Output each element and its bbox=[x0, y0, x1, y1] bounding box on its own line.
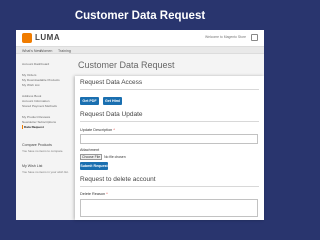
wishlist-note: You have no items in your wish list. bbox=[22, 170, 69, 174]
choose-file-button[interactable]: Choose File bbox=[80, 154, 103, 160]
sidebar-item-account-dashboard[interactable]: Account Dashboard bbox=[22, 62, 72, 66]
hero-title: Customer Data Request bbox=[74, 10, 206, 22]
compare-products-note: You have no items to compare. bbox=[22, 149, 64, 153]
no-file-text: No file chosen bbox=[104, 155, 126, 159]
welcome-text: Welcome to Magento Store bbox=[204, 35, 246, 39]
submit-request-button[interactable]: Submit Request bbox=[80, 162, 108, 170]
data-request-panel: Request Data Access Get PDF Get Html Req… bbox=[75, 76, 264, 220]
logo-text[interactable]: LUMA bbox=[35, 33, 60, 42]
nav-item-training[interactable]: Training bbox=[58, 49, 71, 53]
nav-item-whats-new[interactable]: What's New bbox=[22, 49, 41, 53]
nav-item-women[interactable]: Women bbox=[40, 49, 52, 53]
wishlist-heading: My Wish List bbox=[22, 164, 43, 168]
luma-logo-icon[interactable] bbox=[22, 33, 32, 43]
request-data-update-title: Request Data Update bbox=[80, 111, 143, 118]
sidebar-item-wish-list[interactable]: My Wish List bbox=[22, 83, 72, 87]
section-divider bbox=[80, 121, 259, 122]
sidebar-item-product-reviews[interactable]: My Product Reviews bbox=[22, 115, 72, 119]
site-header: LUMA Welcome to Magento Store bbox=[16, 30, 264, 46]
required-asterisk: * bbox=[113, 128, 115, 132]
compare-products-heading: Compare Products bbox=[22, 143, 52, 147]
update-description-label: Update Description * bbox=[80, 128, 115, 132]
get-pdf-button[interactable]: Get PDF bbox=[80, 97, 99, 105]
update-description-textarea[interactable] bbox=[80, 134, 258, 144]
sidebar-item-stored-payment-methods[interactable]: Stored Payment Methods bbox=[22, 104, 72, 108]
sidebar-item-data-request[interactable]: Data Request bbox=[22, 125, 72, 129]
sidebar-item-newsletter-subscriptions[interactable]: Newsletter Subscriptions bbox=[22, 120, 72, 124]
update-description-label-text: Update Description bbox=[80, 128, 113, 132]
section-divider bbox=[80, 89, 259, 90]
delete-reason-textarea[interactable] bbox=[80, 199, 258, 217]
sidebar-item-downloadable-products[interactable]: My Downloadable Products bbox=[22, 78, 72, 82]
cart-icon[interactable] bbox=[251, 34, 258, 41]
get-html-button[interactable]: Get Html bbox=[103, 97, 122, 105]
sidebar-item-my-orders[interactable]: My Orders bbox=[22, 73, 72, 77]
request-delete-account-title: Request to delete account bbox=[80, 176, 156, 183]
required-asterisk: * bbox=[106, 192, 108, 196]
request-data-access-title: Request Data Access bbox=[80, 79, 143, 86]
section-divider bbox=[80, 186, 259, 187]
sidebar-item-address-book[interactable]: Address Book bbox=[22, 94, 72, 98]
delete-reason-label-text: Delete Reason bbox=[80, 192, 106, 196]
sidebar-item-account-information[interactable]: Account Information bbox=[22, 99, 72, 103]
top-navigation: What's New Women Training bbox=[16, 46, 264, 54]
page-title: Customer Data Request bbox=[78, 60, 175, 70]
attachment-label: Attachment bbox=[80, 148, 100, 152]
delete-reason-label: Delete Reason * bbox=[80, 192, 108, 196]
attachment-file-input[interactable]: Choose File No file chosen bbox=[80, 154, 126, 160]
